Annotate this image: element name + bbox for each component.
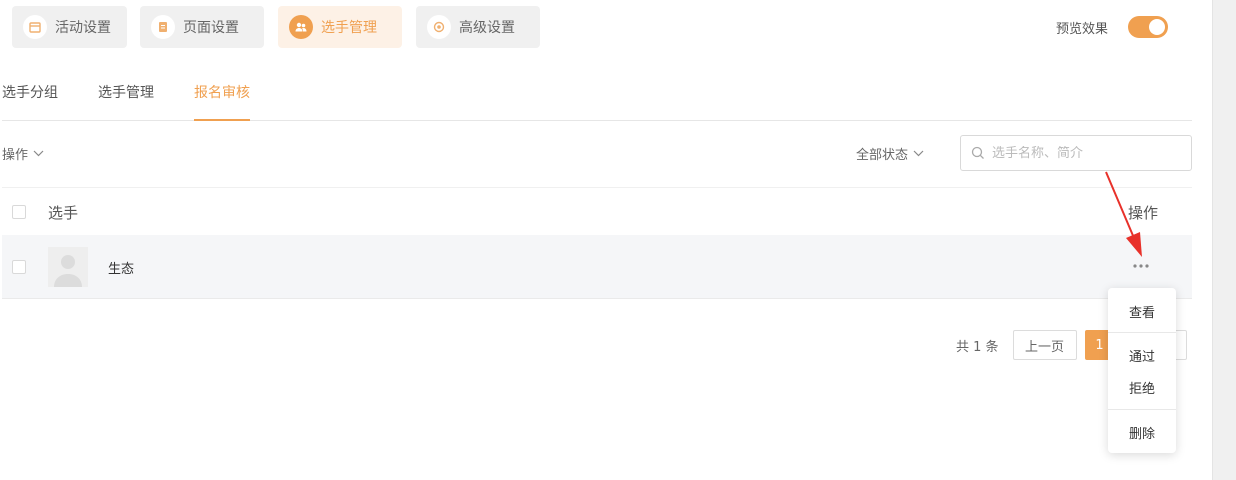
users-icon <box>289 15 313 39</box>
player-name: 生态 <box>108 262 135 277</box>
chevron-down-icon <box>913 150 924 157</box>
preview-label: 预览效果 <box>1056 21 1109 37</box>
tab-player-management[interactable]: 选手管理 <box>278 6 402 48</box>
toggle-knob <box>1149 19 1166 35</box>
action-menu: 查看 通过 拒绝 删除 <box>1108 288 1176 453</box>
search-input[interactable] <box>992 145 1182 161</box>
tab-activity-settings[interactable]: 活动设置 <box>12 6 127 48</box>
settings-icon <box>427 15 451 39</box>
table-row[interactable]: 生态 <box>2 235 1192 299</box>
sub-tab-bar: 选手分组 选手管理 报名审核 <box>2 70 1192 121</box>
menu-item-delete[interactable]: 删除 <box>1108 423 1176 442</box>
search-icon <box>971 146 984 159</box>
calendar-icon <box>23 15 47 39</box>
operations-label: 操作 <box>2 148 29 163</box>
select-all-checkbox[interactable] <box>12 205 26 219</box>
tab-label: 高级设置 <box>459 20 515 36</box>
operations-dropdown[interactable]: 操作 <box>2 144 44 163</box>
tab-advanced-settings[interactable]: 高级设置 <box>416 6 540 48</box>
page-icon <box>151 15 175 39</box>
menu-item-view[interactable]: 查看 <box>1108 302 1176 321</box>
preview-toggle[interactable] <box>1128 16 1169 38</box>
column-header-player: 选手 <box>48 204 79 222</box>
menu-item-reject[interactable]: 拒绝 <box>1108 378 1176 397</box>
status-filter-dropdown[interactable]: 全部状态 <box>856 144 924 163</box>
tab-label: 页面设置 <box>183 20 239 36</box>
avatar <box>48 247 88 287</box>
menu-item-approve[interactable]: 通过 <box>1108 346 1176 365</box>
subtab-player-groups[interactable]: 选手分组 <box>2 82 58 121</box>
table-header: 选手 操作 <box>2 187 1192 235</box>
prev-page-button[interactable]: 上一页 <box>1012 330 1077 360</box>
search-box <box>960 135 1192 171</box>
preview-control: 预览效果 <box>1056 14 1169 40</box>
menu-divider <box>1108 409 1176 410</box>
row-checkbox[interactable] <box>12 260 26 274</box>
column-header-actions: 操作 <box>1128 204 1159 222</box>
more-actions-button[interactable] <box>1130 257 1152 275</box>
more-horizontal-icon <box>1133 264 1149 268</box>
tab-label: 活动设置 <box>55 20 111 36</box>
subtab-player-management[interactable]: 选手管理 <box>98 82 154 121</box>
chevron-down-icon <box>33 150 44 157</box>
subtab-registration-review[interactable]: 报名审核 <box>194 82 250 121</box>
status-filter-label: 全部状态 <box>856 148 909 163</box>
menu-divider <box>1108 332 1176 333</box>
total-count: 共 1 条 <box>956 339 999 355</box>
tab-label: 选手管理 <box>321 20 377 36</box>
tab-page-settings[interactable]: 页面设置 <box>140 6 264 48</box>
vertical-scrollbar[interactable] <box>1212 0 1236 480</box>
